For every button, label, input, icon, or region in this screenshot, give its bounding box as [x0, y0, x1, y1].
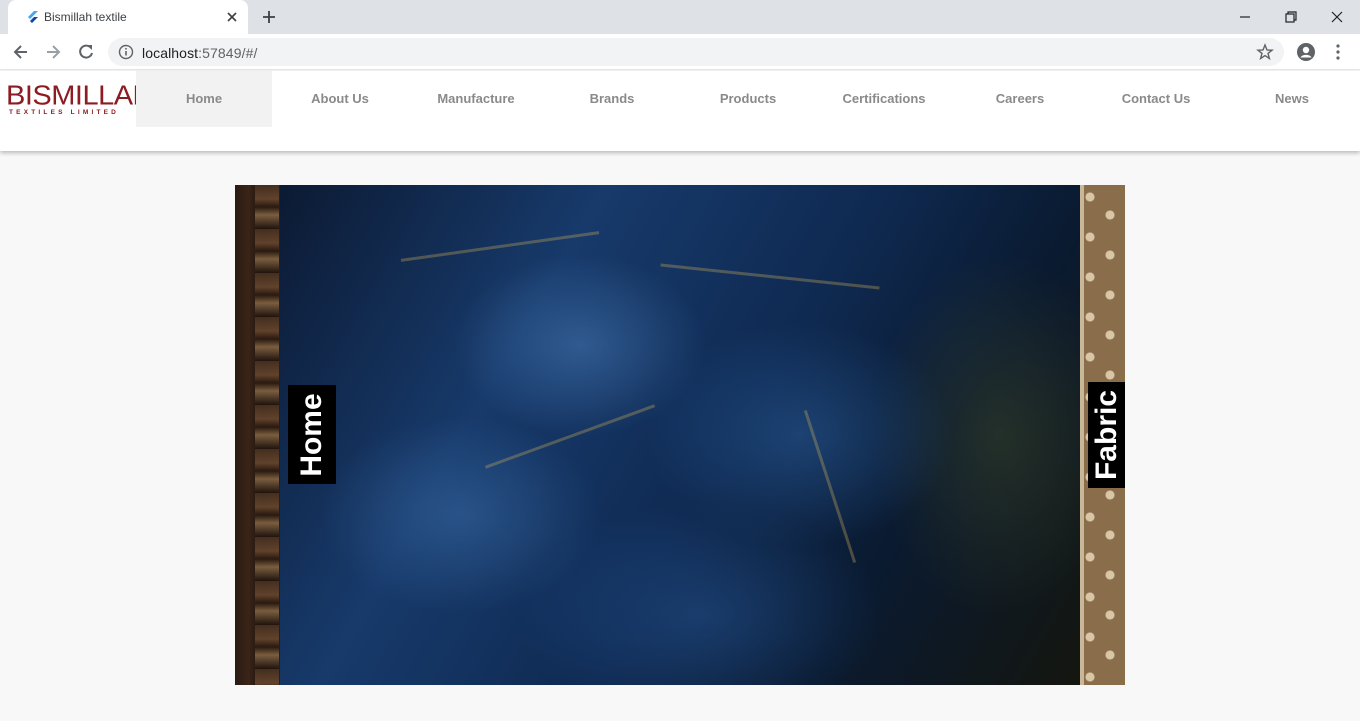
nav-home[interactable]: Home: [136, 71, 272, 127]
reload-icon[interactable]: [76, 42, 96, 62]
denim-seam: [484, 404, 656, 469]
denim-seam: [803, 409, 857, 564]
nav-contact-us[interactable]: Contact Us: [1088, 71, 1224, 127]
site-logo[interactable]: BISMILLAH TEXTILES LIMITED: [6, 81, 154, 121]
slide-label-fabric: Fabric: [1088, 382, 1125, 488]
info-icon[interactable]: [118, 44, 134, 60]
new-tab-icon[interactable]: [260, 8, 278, 26]
back-icon[interactable]: [11, 42, 31, 62]
nav-brands[interactable]: Brands: [544, 71, 680, 127]
slide-label-home: Home: [288, 385, 336, 484]
browser-toolbar: localhost:57849/#/: [0, 34, 1360, 70]
denim-seam: [660, 263, 880, 290]
hero-carousel[interactable]: Home Fabric: [235, 185, 1125, 685]
bookmark-star-icon[interactable]: [1256, 43, 1274, 61]
nav-careers[interactable]: Careers: [952, 71, 1088, 127]
menu-icon[interactable]: [1328, 42, 1348, 62]
denim-seam: [400, 231, 600, 262]
close-tab-icon[interactable]: [224, 9, 240, 25]
nav-news[interactable]: News: [1224, 71, 1360, 127]
url-rest: :57849/#/: [198, 45, 258, 61]
nav-products[interactable]: Products: [680, 71, 816, 127]
browser-tab[interactable]: Bismillah textile: [8, 0, 248, 34]
browser-tabstrip: Bismillah textile: [0, 0, 1360, 34]
nav-certifications[interactable]: Certifications: [816, 71, 952, 127]
nav-manufacture[interactable]: Manufacture: [408, 71, 544, 127]
previous-slide-peek[interactable]: [235, 185, 280, 685]
nav-about-us[interactable]: About Us: [272, 71, 408, 127]
tab-title: Bismillah textile: [44, 10, 127, 24]
url-text: localhost:57849/#/: [142, 45, 257, 61]
denim-slide-image[interactable]: [280, 185, 1080, 685]
next-slide-edge: [1080, 185, 1084, 685]
close-window-icon[interactable]: [1326, 6, 1348, 28]
site-header: BISMILLAH TEXTILES LIMITED Home About Us…: [0, 71, 1360, 151]
slide-label-fabric-text: Fabric: [1089, 389, 1123, 481]
url-host: localhost: [142, 45, 199, 61]
logo-subtext: TEXTILES LIMITED: [9, 109, 120, 116]
minimize-icon[interactable]: [1234, 6, 1256, 28]
slide-label-home-text: Home: [295, 392, 328, 477]
account-icon[interactable]: [1296, 42, 1316, 62]
logo-text: BISMILLAH: [6, 80, 154, 112]
forward-icon[interactable]: [43, 42, 63, 62]
previous-slide-image: [255, 185, 279, 685]
restore-icon[interactable]: [1280, 6, 1302, 28]
flutter-icon: [28, 11, 38, 23]
address-bar[interactable]: localhost:57849/#/: [108, 38, 1284, 66]
